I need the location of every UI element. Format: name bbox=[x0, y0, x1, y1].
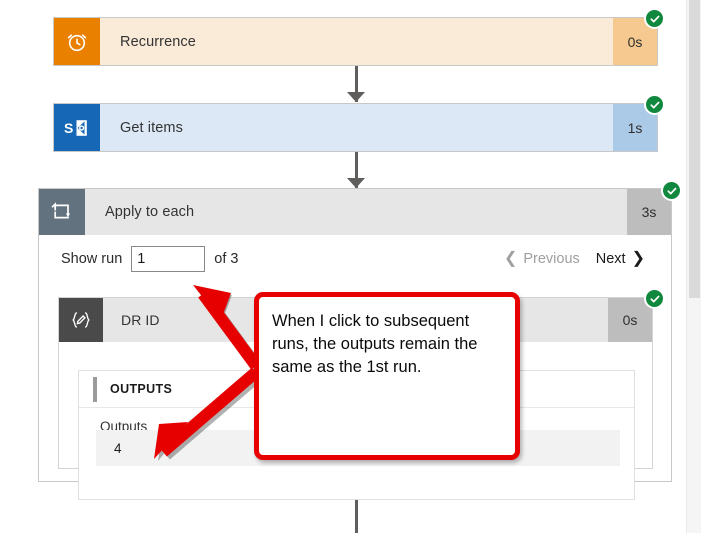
svg-text:S: S bbox=[64, 120, 73, 136]
previous-run-button[interactable]: ❮ Previous bbox=[502, 249, 582, 269]
next-run-label: Next bbox=[595, 250, 626, 267]
chevron-right-icon: ❯ bbox=[631, 249, 645, 267]
vertical-scrollbar-track[interactable] bbox=[686, 0, 701, 533]
loop-icon bbox=[39, 189, 85, 235]
action-title-recurrence: Recurrence bbox=[120, 33, 196, 50]
outputs-section-title: OUTPUTS bbox=[110, 382, 173, 396]
status-badge-apply-to-each bbox=[661, 180, 682, 201]
status-badge-get-items bbox=[644, 94, 665, 115]
alarm-clock-icon bbox=[54, 18, 100, 65]
connector-arrow-getitems-to-applytoeach bbox=[347, 178, 365, 188]
previous-run-label: Previous bbox=[523, 250, 580, 267]
next-run-button[interactable]: Next ❯ bbox=[594, 249, 647, 269]
compose-braces-icon bbox=[59, 298, 103, 342]
status-badge-dr-id bbox=[644, 288, 665, 309]
sharepoint-icon: S bbox=[54, 104, 100, 151]
run-total-label: of 3 bbox=[214, 250, 239, 267]
flow-run-canvas: Recurrence 0s S Get items 1s Apply to ea… bbox=[0, 0, 701, 533]
scope-title: Apply to each bbox=[105, 204, 195, 220]
action-card-recurrence[interactable]: Recurrence 0s bbox=[53, 17, 658, 66]
run-pager: Show run of 3 ❮ Previous Next ❯ bbox=[39, 235, 671, 282]
chevron-left-icon: ❮ bbox=[503, 249, 518, 267]
connector-arrow-recurrence-to-getitems bbox=[347, 92, 365, 102]
outputs-accent-bar bbox=[93, 376, 97, 402]
action-title-get-items: Get items bbox=[120, 119, 183, 136]
annotation-callout: When I click to subsequent runs, the out… bbox=[254, 292, 520, 460]
vertical-scrollbar-thumb[interactable] bbox=[689, 0, 700, 298]
scope-header-apply-to-each[interactable]: Apply to each 3s bbox=[39, 189, 671, 235]
action-card-get-items[interactable]: S Get items 1s bbox=[53, 103, 658, 152]
show-run-input[interactable] bbox=[131, 245, 206, 272]
status-badge-recurrence bbox=[644, 8, 665, 29]
annotation-callout-text: When I click to subsequent runs, the out… bbox=[272, 312, 478, 376]
show-run-label: Show run bbox=[61, 250, 123, 267]
